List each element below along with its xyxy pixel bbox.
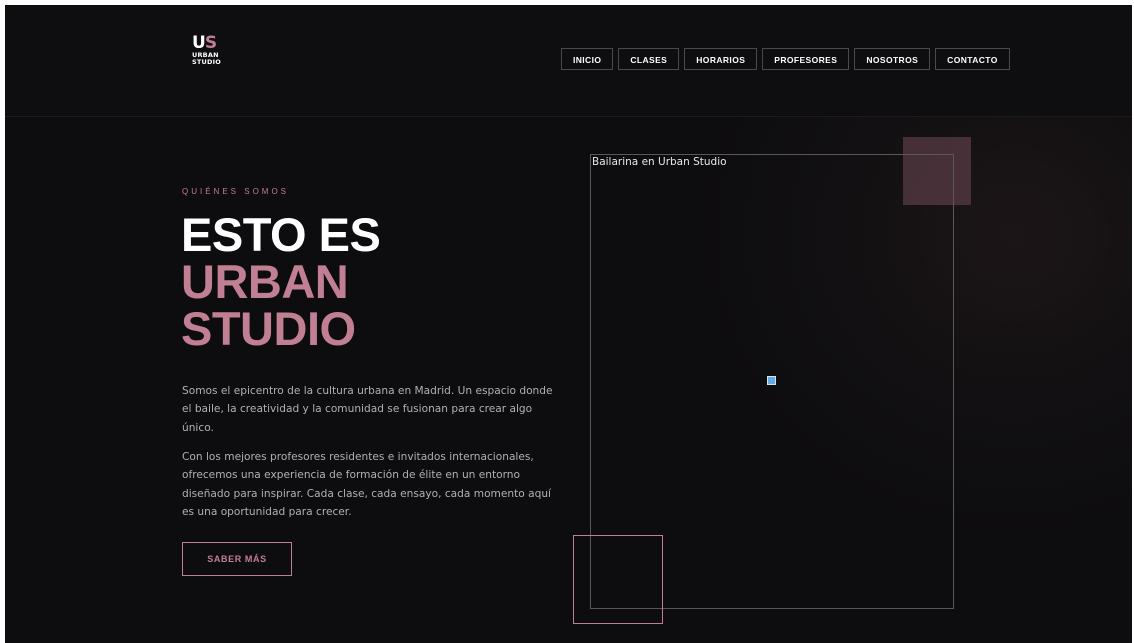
section-eyebrow: QUIÉNES SOMOS (182, 187, 290, 196)
title-line-2: URBAN (181, 255, 349, 308)
page: US URBAN STUDIO INICIO CLASES HORARIOS P… (5, 5, 1132, 643)
detail-paragraph: Con los mejores profesores residentes e … (182, 451, 551, 518)
nav-item-inicio[interactable]: INICIO (561, 48, 614, 70)
main-nav: INICIO CLASES HORARIOS PROFESORES NOSOTR… (561, 48, 1010, 70)
decorative-outline-square (573, 535, 663, 624)
title-line-3: STUDIO (181, 302, 356, 355)
image-alt-text: Bailarina en Urban Studio (592, 156, 727, 168)
intro-paragraph: Somos el epicentro de la cultura urbana … (182, 385, 553, 434)
title-line-1: ESTO ES (181, 208, 381, 261)
saber-mas-button[interactable]: SABER MÁS (182, 542, 292, 576)
site-header: US URBAN STUDIO INICIO CLASES HORARIOS P… (5, 5, 1132, 117)
logo[interactable]: US URBAN STUDIO (192, 35, 242, 79)
logo-line-studio: STUDIO (192, 58, 221, 66)
nav-item-contacto[interactable]: CONTACTO (935, 48, 1010, 70)
nav-item-horarios[interactable]: HORARIOS (684, 48, 758, 70)
nav-item-nosotros[interactable]: NOSOTROS (854, 48, 931, 70)
section-title: ESTO ES URBAN STUDIO (181, 208, 381, 355)
nav-item-profesores[interactable]: PROFESORES (762, 48, 850, 70)
logo-mark: US (192, 33, 217, 53)
nav-item-clases[interactable]: CLASES (618, 48, 680, 70)
broken-image-icon (767, 376, 776, 385)
